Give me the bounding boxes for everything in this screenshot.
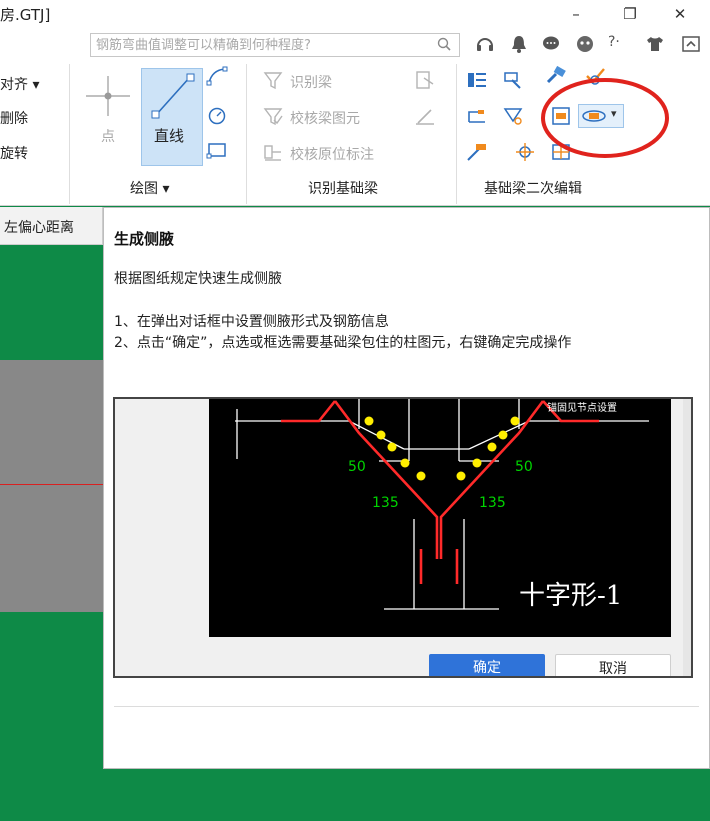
annotation-pen-icon[interactable] [414,106,436,126]
check-beam-icon [263,108,283,126]
draw-group-label[interactable]: 绘图 ▾ [130,178,169,198]
ribbon-divider [69,64,70,204]
tooltip-divider [114,706,699,707]
canvas-grey-region [0,360,103,612]
tooltip-steps: 1、在弹出对话框中设置侧腋形式及钢筋信息 2、点击“确定”，点选或框选需要基础梁… [114,312,699,354]
tooltip-description: 根据图纸规定快速生成侧腋 [114,271,282,287]
property-tab-strip: 左偏心距离 [0,207,103,245]
point-tool-label: 点 [101,129,115,145]
title-bar: 房.GTJ] – ❐ ✕ [0,0,710,30]
tooltip-step: 1、在弹出对话框中设置侧腋形式及钢筋信息 [114,314,389,330]
chat-icon[interactable] [540,33,562,55]
skin-shirt-icon[interactable] [644,33,666,55]
angle-right-label: 50 [515,459,533,475]
hook-right-label: 135 [479,495,506,511]
rotate-button[interactable]: 旋转 [0,143,28,163]
beam-extend-icon[interactable] [466,142,488,162]
window-title: 房.GTJ] [0,6,51,24]
line-tool-label: 直线 [154,127,185,145]
preview-cancel-button: 取消 [555,654,671,676]
preview-ok-button: 确定 [429,654,545,676]
restore-button[interactable]: ❐ [616,2,644,28]
tooltip-step: 2、点击“确定”，点选或框选需要基础梁包住的柱图元，右键确定完成操作 [114,335,572,351]
angle-left-label: 50 [348,459,366,475]
left-offset-tab[interactable]: 左偏心距离 [4,217,74,237]
cad-drawing: 锚固见节点设置 50 50 135 135 十字形-1 [209,399,671,637]
search-box[interactable] [90,33,460,57]
preview-scrollbar[interactable] [683,399,691,676]
feature-tooltip: 生成侧腋 根据图纸规定快速生成侧腋 1、在弹出对话框中设置侧腋形式及钢筋信息 2… [103,207,710,769]
rebar-layout-icon[interactable] [466,70,488,90]
help-icon[interactable]: ?· [608,34,620,50]
identify-beam-icon [263,72,283,90]
check-annotation-icon [264,145,281,161]
ribbon-divider [456,64,457,204]
highlight-circle [541,78,669,158]
identify-extra-icon[interactable] [414,70,436,90]
haunch-drawing: 锚固见节点设置 50 50 135 135 十字形-1 [235,399,649,611]
mascot-icon[interactable] [574,33,596,55]
edit2-group-label: 基础梁二次编辑 [484,181,582,197]
identify-group-label: 识别基础梁 [308,181,378,197]
canvas-red-line [0,484,103,485]
tooltip-preview-image: 锚固见节点设置 50 50 135 135 十字形-1 确定 取消 [113,397,693,678]
headset-icon[interactable] [474,33,496,55]
rectangle-tool-icon[interactable] [206,140,228,160]
line-tool-icon [151,73,195,119]
search-input[interactable] [91,34,421,56]
check-beam-button[interactable]: 校核梁图元 [290,108,360,128]
ribbon-divider [246,64,247,204]
beam-support-icon[interactable] [466,106,488,126]
align-menu[interactable]: 对齐 ▾ [0,74,39,94]
beam-node-icon[interactable] [514,142,536,162]
anchor-note-label: 锚固见节点设置 [547,402,617,414]
arc-tool-icon[interactable] [206,66,228,86]
line-tool-button[interactable]: 直线 [141,68,203,166]
point-tool-icon[interactable] [84,74,132,118]
search-icon[interactable] [437,37,451,51]
beam-down-icon[interactable] [502,106,524,126]
shape-name-label: 十字形-1 [519,581,622,611]
beam-span-icon[interactable] [502,70,524,90]
hook-left-label: 135 [372,495,399,511]
delete-button[interactable]: 删除 [0,108,28,128]
identify-beam-button[interactable]: 识别梁 [290,72,332,92]
close-button[interactable]: ✕ [666,2,694,28]
check-annotation-button[interactable]: 校核原位标注 [290,144,374,164]
bell-icon[interactable] [508,33,530,55]
tooltip-title: 生成侧腋 [114,230,175,248]
collapse-ribbon-icon[interactable] [680,33,702,55]
circle-tool-icon[interactable] [206,106,228,126]
minimize-button[interactable]: – [562,2,590,28]
